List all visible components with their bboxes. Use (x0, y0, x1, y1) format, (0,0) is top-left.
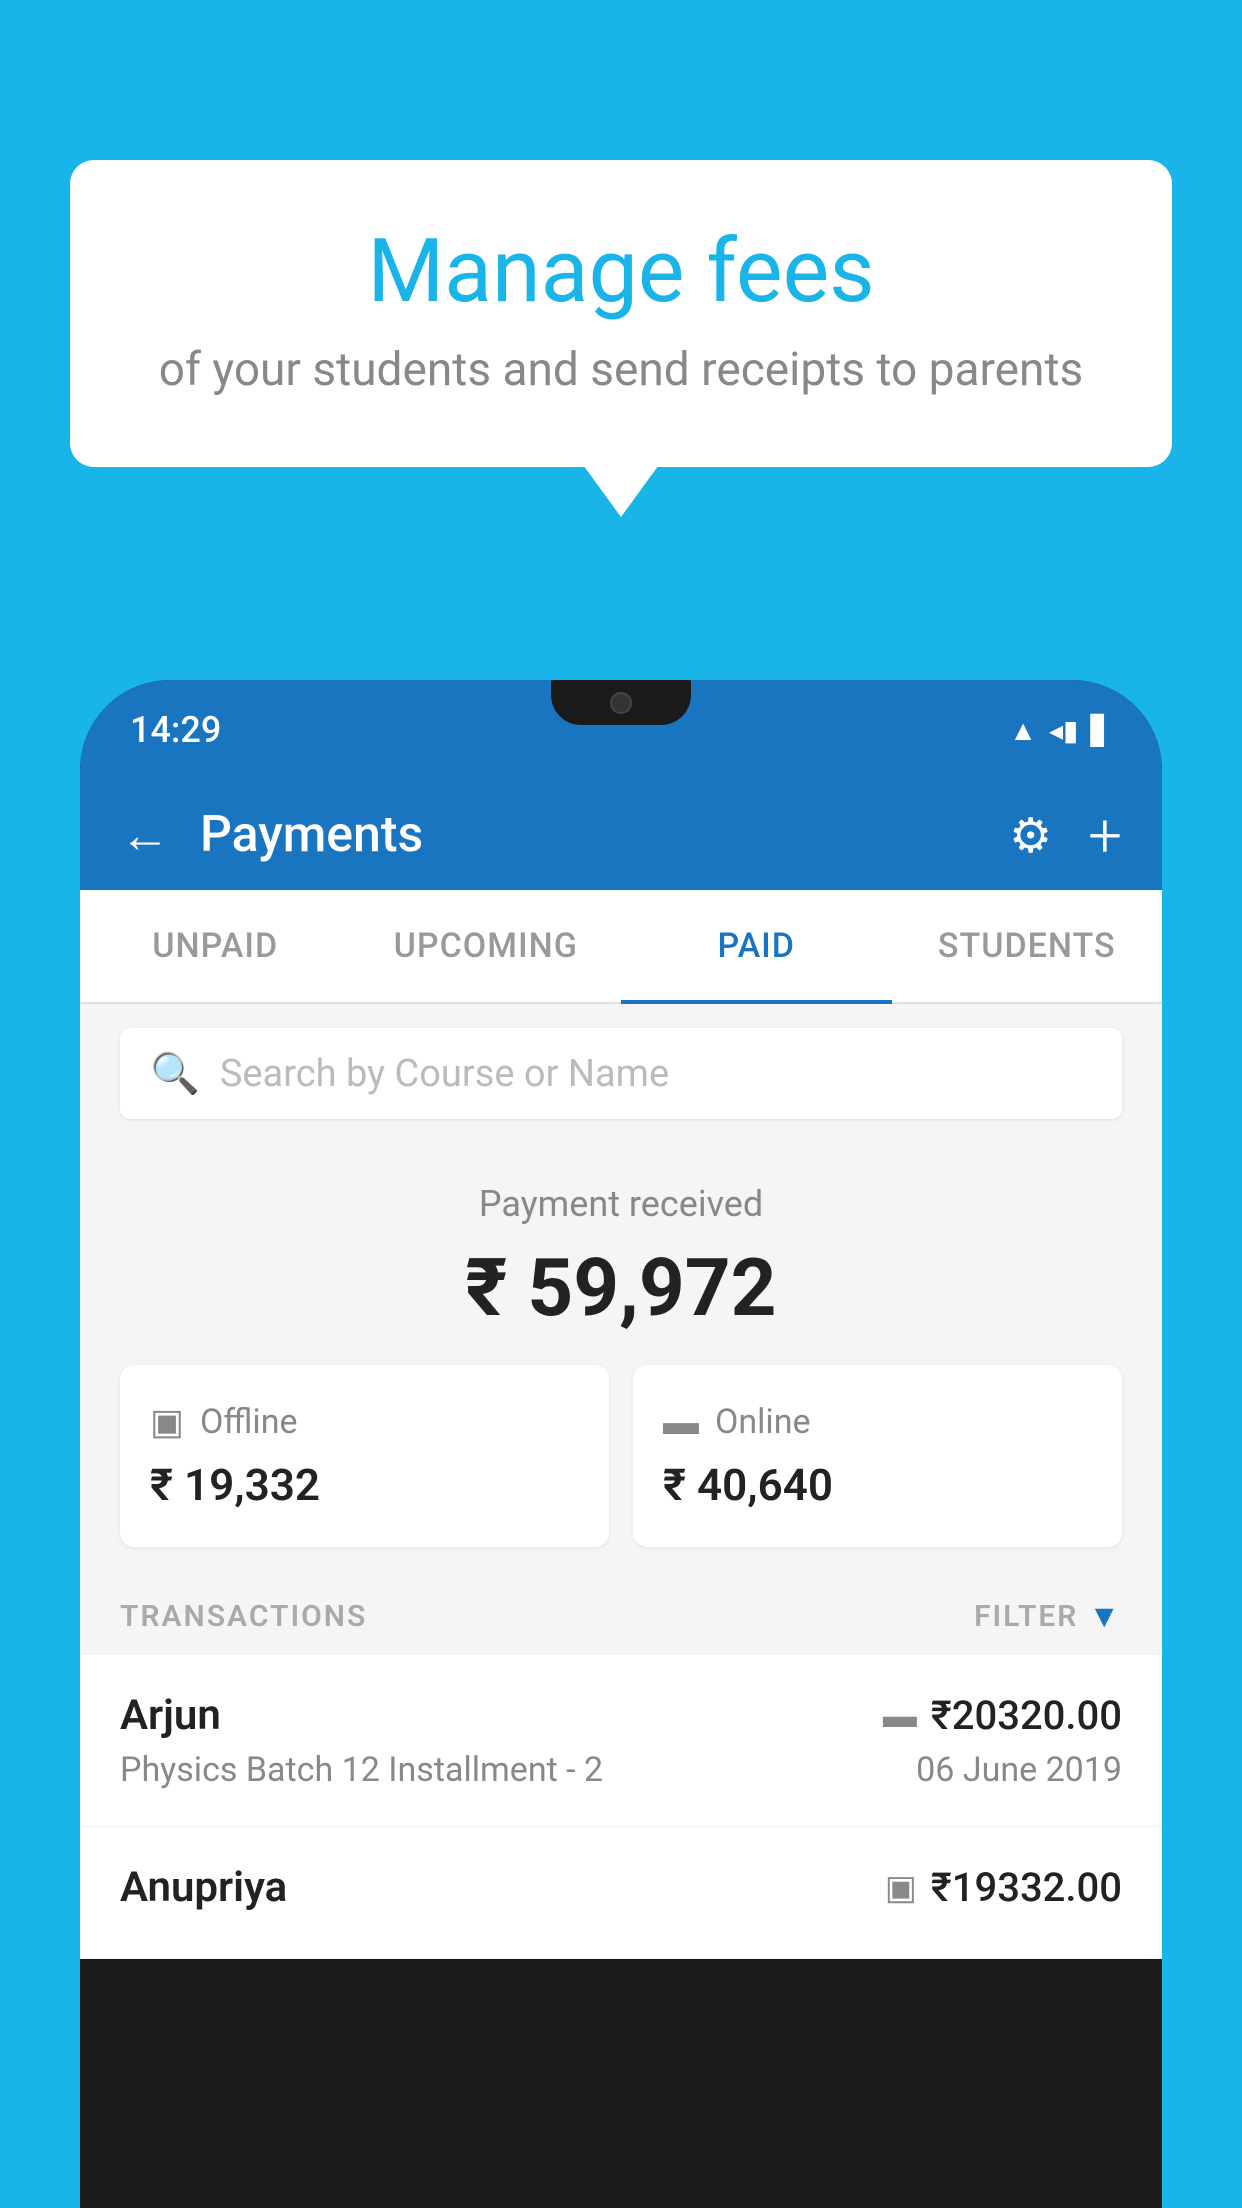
wifi-icon: ▲ (1009, 714, 1037, 747)
filter-label: FILTER (974, 1599, 1078, 1634)
status-icons: ▲ ◂▮ ▋ (1009, 714, 1112, 747)
online-amount: ₹ 40,640 (663, 1459, 1092, 1511)
header-actions: ⚙ + (1009, 800, 1122, 871)
speech-bubble-title: Manage fees (150, 220, 1092, 323)
background: Manage fees of your students and send re… (0, 0, 1242, 2208)
transactions-header: TRANSACTIONS FILTER ▼ (80, 1577, 1162, 1655)
settings-icon[interactable]: ⚙ (1009, 807, 1052, 864)
signal-icon: ◂▮ (1049, 714, 1078, 747)
camera (610, 692, 632, 714)
search-bar-container: 🔍 Search by Course or Name (80, 1004, 1162, 1143)
phone-notch (551, 680, 691, 725)
tab-unpaid[interactable]: UNPAID (80, 890, 351, 1002)
online-payment-icon: ▬ (883, 1696, 917, 1736)
speech-bubble-subtitle: of your students and send receipts to pa… (150, 343, 1092, 397)
payment-received-section: Payment received ₹ 59,972 (80, 1143, 1162, 1365)
transaction-amount: ₹19332.00 (931, 1864, 1122, 1911)
battery-icon: ▋ (1090, 714, 1112, 747)
online-icon: ▬ (663, 1401, 699, 1443)
transactions-label: TRANSACTIONS (120, 1599, 367, 1634)
payment-cards: ▣ Offline ₹ 19,332 ▬ Online ₹ 40,640 (80, 1365, 1162, 1577)
tab-students[interactable]: STUDENTS (892, 890, 1163, 1002)
transaction-row[interactable]: Anupriya ▣ ₹19332.00 (80, 1827, 1162, 1959)
tab-upcoming[interactable]: UPCOMING (351, 890, 622, 1002)
add-button[interactable]: + (1088, 800, 1122, 871)
transaction-name: Arjun (120, 1691, 221, 1740)
payment-total-amount: ₹ 59,972 (120, 1241, 1122, 1335)
status-bar: 14:29 ▲ ◂▮ ▋ (80, 680, 1162, 780)
offline-label: Offline (200, 1402, 297, 1442)
app-header: ← Payments ⚙ + (80, 780, 1162, 890)
status-time: 14:29 (130, 709, 221, 751)
back-button[interactable]: ← (120, 806, 170, 865)
tab-paid[interactable]: PAID (621, 890, 892, 1002)
offline-card: ▣ Offline ₹ 19,332 (120, 1365, 609, 1547)
online-card: ▬ Online ₹ 40,640 (633, 1365, 1122, 1547)
phone-screen: 🔍 Search by Course or Name Payment recei… (80, 1004, 1162, 1959)
transaction-row[interactable]: Arjun ▬ ₹20320.00 Physics Batch 12 Insta… (80, 1655, 1162, 1827)
transaction-amount: ₹20320.00 (931, 1692, 1122, 1739)
offline-payment-icon: ▣ (885, 1868, 917, 1908)
transaction-date: 06 June 2019 (916, 1750, 1122, 1790)
filter-button[interactable]: FILTER ▼ (974, 1597, 1122, 1635)
transaction-course: Physics Batch 12 Installment - 2 (120, 1750, 603, 1790)
tabs: UNPAID UPCOMING PAID STUDENTS (80, 890, 1162, 1004)
speech-bubble: Manage fees of your students and send re… (70, 160, 1172, 467)
online-label: Online (715, 1402, 811, 1442)
search-input[interactable]: 🔍 Search by Course or Name (120, 1028, 1122, 1119)
payment-received-label: Payment received (120, 1183, 1122, 1225)
offline-amount: ₹ 19,332 (150, 1459, 579, 1511)
search-icon: 🔍 (150, 1050, 200, 1097)
page-title: Payments (200, 806, 979, 864)
transaction-name: Anupriya (120, 1863, 287, 1912)
offline-icon: ▣ (150, 1401, 184, 1443)
filter-icon: ▼ (1088, 1597, 1122, 1635)
phone-frame: 14:29 ▲ ◂▮ ▋ ← Payments ⚙ + UNPAID (80, 680, 1162, 2208)
search-placeholder: Search by Course or Name (220, 1052, 669, 1096)
